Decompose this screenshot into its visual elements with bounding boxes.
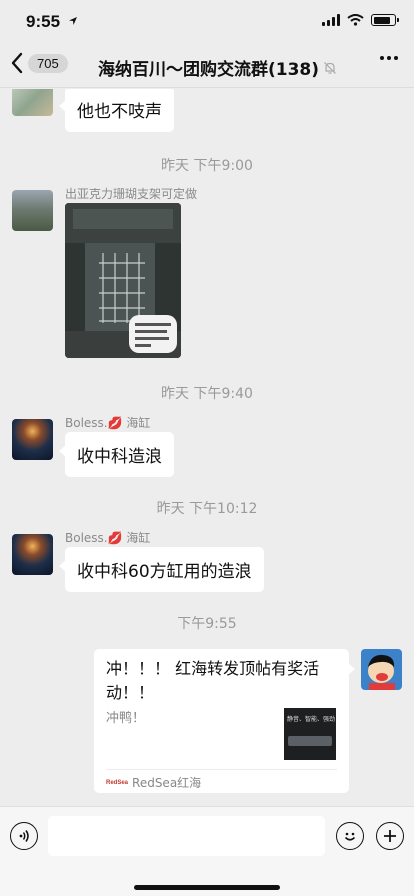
card-source: RedSea RedSea红海: [106, 774, 201, 791]
status-icons: [322, 14, 399, 26]
timestamp: 下午9:55: [177, 616, 237, 632]
sender-avatar[interactable]: [12, 534, 53, 575]
input-bar: [0, 806, 414, 896]
thumbnail-text: 静音、智能、强劲: [287, 716, 336, 723]
location-arrow-icon: [69, 17, 77, 25]
chat-title-group[interactable]: 海纳百川～团购交流群(138): [98, 55, 337, 80]
status-bar: 9:55: [0, 0, 414, 44]
voice-input-button[interactable]: [10, 822, 38, 850]
chevron-left-icon: [11, 52, 23, 74]
sender-name: Boless.💋 海缸: [65, 531, 151, 545]
sender-name: 出亚克力珊瑚支架可定做: [65, 187, 198, 201]
cellular-signal-icon: [322, 14, 340, 26]
my-avatar[interactable]: [361, 649, 402, 690]
voice-icon: [19, 830, 29, 842]
more-functions-button[interactable]: [376, 822, 404, 850]
timestamp: 昨天 下午9:00: [161, 158, 253, 174]
source-name: RedSea红海: [132, 776, 202, 790]
status-time: 9:55: [26, 12, 61, 31]
timestamp: 昨天 下午10:12: [156, 501, 258, 517]
message-bubble[interactable]: 收中科造浪: [59, 432, 174, 477]
emoji-button[interactable]: [336, 822, 364, 850]
smiley-icon: [344, 832, 356, 841]
chat-history[interactable]: 他也不吱声 昨天 下午9:00 出亚克力珊瑚支架可定做 昨天 下午9:40 Bo…: [0, 89, 414, 806]
mute-bell-icon: [324, 61, 336, 74]
nav-bar: 705 海纳百川～团购交流群(138): [0, 44, 414, 88]
more-options-button[interactable]: [380, 56, 398, 60]
unread-count-badge: 705: [28, 53, 68, 73]
link-card-message[interactable]: 冲！！！ 红海转发顶帖有奖活动！！ 冲鸭！ 静音、智能、强劲 RedSea Re…: [94, 649, 355, 793]
message-bubble[interactable]: 收中科60方缸用的造浪: [59, 547, 264, 592]
image-message[interactable]: [65, 203, 181, 358]
acrylic-stand-photo: [65, 203, 181, 358]
message-input[interactable]: [48, 816, 325, 856]
chat-title: 海纳百川～团购交流群(138): [98, 60, 320, 80]
wifi-icon: [347, 14, 364, 26]
plus-icon: [384, 830, 396, 842]
message-bubble[interactable]: 他也不吱声: [59, 89, 174, 132]
divider: [106, 769, 337, 770]
sender-avatar[interactable]: [12, 419, 53, 460]
sender-avatar[interactable]: [12, 89, 53, 116]
timestamp: 昨天 下午9:40: [161, 386, 253, 402]
battery-icon: [371, 14, 399, 26]
source-logo: RedSea: [106, 779, 129, 786]
card-thumbnail: 静音、智能、强劲: [284, 708, 336, 760]
card-description: 冲鸭！: [106, 711, 146, 726]
home-indicator: [134, 885, 280, 890]
sender-name: Boless.💋 海缸: [65, 416, 151, 430]
card-title: 冲！！！ 红海转发顶帖有奖活动！！: [106, 659, 320, 702]
back-button[interactable]: 705: [10, 52, 68, 74]
sender-avatar[interactable]: [12, 190, 53, 231]
